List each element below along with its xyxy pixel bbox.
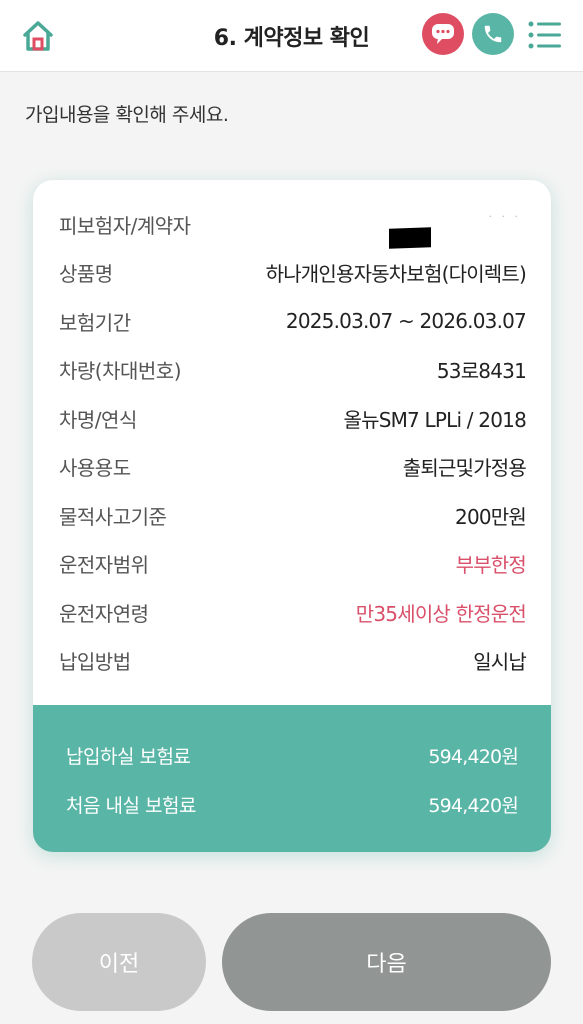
row-label: 운전자범위 bbox=[59, 553, 149, 578]
premium-summary: 납입하실 보험료 594,420원 처음 내실 보험료 594,420원 bbox=[33, 705, 551, 852]
premium-pay-row: 납입하실 보험료 594,420원 bbox=[66, 731, 519, 780]
premium-pay-value: 594,420원 bbox=[428, 746, 518, 768]
row-value: 200만원 bbox=[455, 504, 527, 529]
row-value: 하나개인용자동차보험(다이렉트) bbox=[265, 262, 527, 287]
row-value: 출퇴근및가정용 bbox=[402, 456, 527, 481]
guide-text: 가입내용을 확인해 주세요. bbox=[25, 104, 229, 126]
row-value: 부부한정 bbox=[455, 553, 527, 578]
row-label: 납입방법 bbox=[59, 650, 131, 675]
premium-first-value: 594,420원 bbox=[428, 795, 518, 817]
row-value: 2025.03.07 ~ 2026.03.07 bbox=[285, 309, 527, 334]
row-product: 상품명 하나개인용자동차보험(다이렉트) bbox=[33, 249, 551, 298]
hamburger-menu-icon bbox=[528, 21, 561, 49]
phone-icon bbox=[484, 25, 502, 43]
row-label: 사용용도 bbox=[59, 456, 131, 481]
premium-pay-label: 납입하실 보험료 bbox=[66, 746, 191, 768]
row-vehicle: 차량(차대번호) 53로8431 bbox=[33, 346, 551, 395]
row-usage: 사용용도 출퇴근및가정용 bbox=[33, 443, 551, 492]
row-value: 올뉴SM7 LPLi / 2018 bbox=[343, 407, 527, 432]
row-label: 운전자연령 bbox=[59, 601, 149, 626]
top-header: 6. 계약정보 확인 bbox=[0, 0, 583, 72]
row-value: 일시납 bbox=[473, 650, 527, 675]
row-label: 피보험자/계약자 bbox=[59, 213, 191, 238]
premium-first-label: 처음 내실 보험료 bbox=[66, 795, 196, 817]
prev-button[interactable]: 이전 bbox=[32, 913, 206, 1011]
call-button[interactable] bbox=[472, 13, 514, 55]
row-label: 차명/연식 bbox=[59, 407, 137, 432]
row-period: 보험기간 2025.03.07 ~ 2026.03.07 bbox=[33, 297, 551, 346]
row-value: 53로8431 bbox=[436, 359, 527, 384]
row-label: 물적사고기준 bbox=[59, 504, 167, 529]
chat-button[interactable] bbox=[422, 13, 464, 55]
row-model-year: 차명/연식 올뉴SM7 LPLi / 2018 bbox=[33, 394, 551, 443]
next-button[interactable]: 다음 bbox=[222, 913, 551, 1011]
premium-first-row: 처음 내실 보험료 594,420원 bbox=[66, 780, 519, 829]
row-driver-scope: 운전자범위 부부한정 bbox=[33, 540, 551, 589]
row-payment-method: 납입방법 일시납 bbox=[33, 637, 551, 686]
contract-info-list: 피보험자/계약자 · · · 상품명 하나개인용자동차보험(다이렉트) 보험기간… bbox=[33, 200, 551, 685]
row-property-damage: 물적사고기준 200만원 bbox=[33, 491, 551, 540]
contract-info-card: 피보험자/계약자 · · · 상품명 하나개인용자동차보험(다이렉트) 보험기간… bbox=[33, 180, 551, 852]
redaction-mark bbox=[389, 227, 431, 249]
row-insured: 피보험자/계약자 · · · bbox=[33, 200, 551, 249]
menu-button[interactable] bbox=[527, 20, 563, 50]
chat-bubble-icon bbox=[432, 24, 454, 44]
row-driver-age: 운전자연령 만35세이상 한정운전 bbox=[33, 588, 551, 637]
row-label: 보험기간 bbox=[59, 310, 131, 335]
row-label: 상품명 bbox=[59, 262, 113, 287]
masked-name-dots: · · · bbox=[488, 210, 521, 223]
row-value: 만35세이상 한정운전 bbox=[355, 601, 527, 626]
row-label: 차량(차대번호) bbox=[59, 359, 182, 384]
